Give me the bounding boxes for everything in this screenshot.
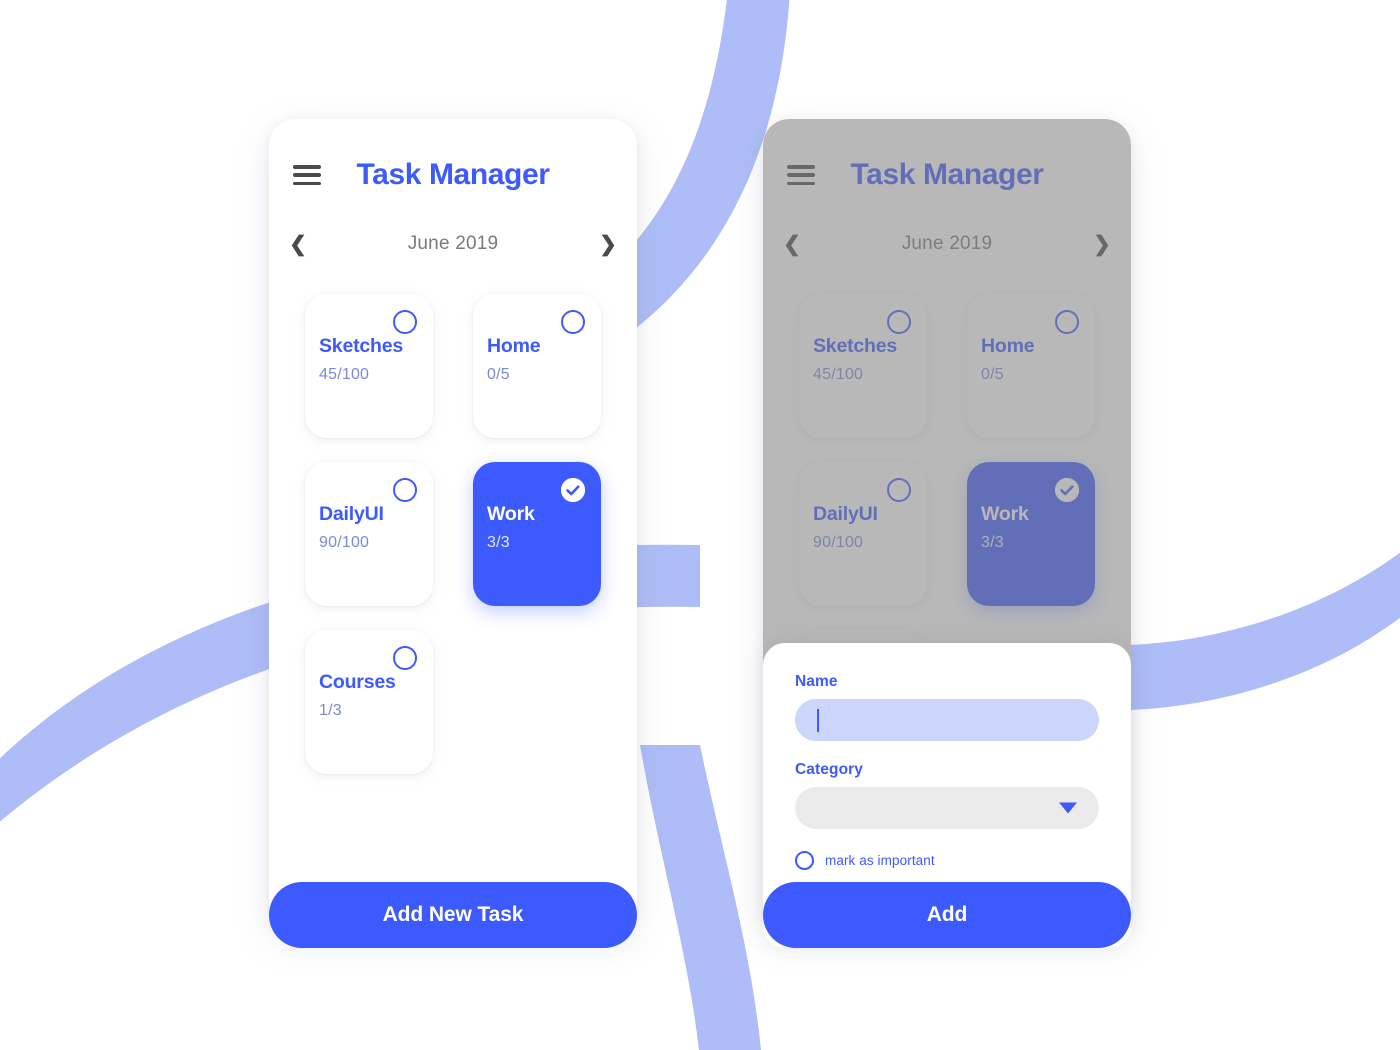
task-count: 45/100	[813, 366, 864, 384]
task-status-radio-icon[interactable]	[393, 310, 417, 334]
month-label: June 2019	[407, 233, 499, 254]
mark-as-important-toggle[interactable]: mark as important	[795, 851, 1099, 870]
task-count: 3/3	[981, 534, 1004, 552]
task-card-grid: Sketches 45/100 Home 0/5 DailyUI 90/100	[305, 294, 601, 774]
task-count: 1/3	[319, 702, 342, 720]
task-card: Sketches 45/100	[799, 294, 927, 438]
hamburger-icon[interactable]	[293, 165, 321, 185]
text-caret-icon	[817, 709, 819, 732]
task-count: 90/100	[813, 534, 864, 552]
radio-icon[interactable]	[795, 851, 814, 870]
task-title: Home	[487, 335, 541, 357]
task-count: 90/100	[319, 534, 370, 552]
task-title: DailyUI	[319, 503, 384, 525]
task-status-radio-icon	[887, 310, 911, 334]
chevron-right-icon[interactable]: ❯	[1089, 231, 1115, 257]
hamburger-icon[interactable]	[787, 165, 815, 185]
category-select[interactable]	[795, 787, 1099, 829]
task-count: 45/100	[319, 366, 370, 384]
category-field-label: Category	[795, 761, 863, 778]
task-card[interactable]: Sketches 45/100	[305, 294, 433, 438]
background-decoration	[0, 0, 1400, 1050]
background-arc-center	[640, 745, 761, 1050]
chevron-right-icon[interactable]: ❯	[595, 231, 621, 257]
phone-mockup-modal: Task Manager ❮ June 2019 ❯ Sketches 45/1…	[763, 119, 1131, 948]
task-card[interactable]: DailyUI 90/100	[305, 462, 433, 606]
task-card: DailyUI 90/100	[799, 462, 927, 606]
task-title: Work	[981, 503, 1029, 525]
task-title: DailyUI	[813, 503, 878, 525]
task-card[interactable]: Courses 1/3	[305, 630, 433, 774]
task-count: 0/5	[981, 366, 1004, 384]
add-task-submit-button[interactable]: Add	[763, 882, 1131, 948]
phone-screen-main: Task Manager ❮ June 2019 ❯ Sketches 45/1…	[269, 119, 637, 934]
chevron-left-icon[interactable]: ❮	[285, 231, 311, 257]
task-status-radio-icon	[1055, 310, 1079, 334]
task-card: Home 0/5	[967, 294, 1095, 438]
page-title: Task Manager	[356, 158, 550, 191]
task-status-check-icon	[1055, 478, 1079, 502]
task-status-radio-icon	[887, 478, 911, 502]
task-title: Sketches	[813, 335, 898, 357]
month-label: June 2019	[901, 233, 993, 254]
month-navigator: ❮ June 2019 ❯	[269, 227, 637, 261]
task-status-radio-icon[interactable]	[561, 310, 585, 334]
task-title: Work	[487, 503, 535, 525]
task-card-selected[interactable]: Work 3/3	[473, 462, 601, 606]
app-header: Task Manager	[269, 153, 637, 197]
month-navigator-dimmed: ❮ June 2019 ❯	[763, 227, 1131, 261]
phone-mockup-main: Task Manager ❮ June 2019 ❯ Sketches 45/1…	[269, 119, 637, 948]
task-title: Home	[981, 335, 1035, 357]
task-status-radio-icon[interactable]	[393, 646, 417, 670]
mark-as-important-label: mark as important	[825, 853, 935, 868]
task-title: Courses	[319, 671, 396, 693]
task-count: 0/5	[487, 366, 510, 384]
app-header-dimmed: Task Manager	[763, 153, 1131, 197]
task-status-check-icon[interactable]	[561, 478, 585, 502]
add-new-task-button[interactable]: Add New Task	[269, 882, 637, 948]
category-select-wrapper	[795, 787, 1099, 829]
task-card[interactable]: Home 0/5	[473, 294, 601, 438]
name-input-wrapper	[795, 699, 1099, 741]
task-status-radio-icon[interactable]	[393, 478, 417, 502]
task-count: 3/3	[487, 534, 510, 552]
task-title: Sketches	[319, 335, 404, 357]
task-card-selected: Work 3/3	[967, 462, 1095, 606]
background-arc-right	[1130, 552, 1400, 710]
name-field-label: Name	[795, 673, 838, 690]
page-title: Task Manager	[850, 158, 1044, 191]
name-input[interactable]	[795, 699, 1099, 741]
chevron-left-icon[interactable]: ❮	[779, 231, 805, 257]
